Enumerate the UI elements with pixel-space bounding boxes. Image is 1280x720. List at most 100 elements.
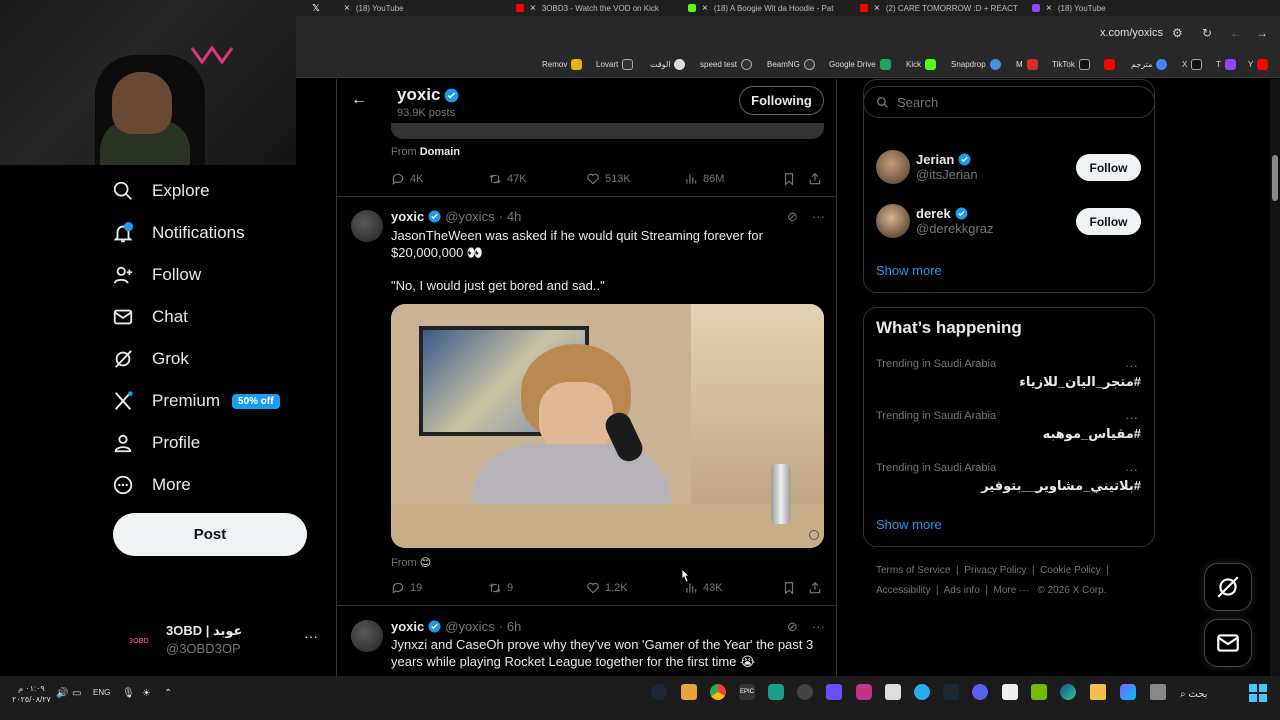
share-button[interactable] [808, 581, 822, 595]
windows-start-icon[interactable] [1249, 684, 1267, 702]
app-icon[interactable] [797, 684, 813, 700]
x-tab-favicon[interactable]: 𝕏 [296, 0, 336, 16]
grok-icon[interactable]: ⊘ [787, 209, 798, 225]
steam-icon[interactable] [651, 684, 667, 700]
more-icon[interactable]: ··· [1125, 358, 1138, 373]
copilot-icon[interactable] [1120, 684, 1136, 700]
show-more-link[interactable]: Show more [876, 263, 942, 278]
nav-chat[interactable]: Chat [112, 299, 188, 335]
nav-premium[interactable]: Premium 50% off [112, 383, 280, 419]
more-icon[interactable]: ··· [1125, 462, 1138, 477]
close-icon[interactable]: × [530, 3, 536, 14]
app-icon[interactable] [681, 684, 697, 700]
video-player-controls[interactable] [391, 123, 824, 139]
app-icon[interactable] [856, 684, 872, 700]
views-button[interactable]: 86M [684, 172, 782, 186]
bookmark-button[interactable] [782, 172, 808, 186]
bookmark[interactable]: مترجم [1131, 59, 1168, 70]
url-field[interactable]: x.com/yoxics [1100, 27, 1163, 39]
nav-profile[interactable]: Profile [112, 425, 200, 461]
bookmark[interactable]: TikTok [1052, 59, 1090, 70]
bookmark[interactable]: Snapdrop [951, 59, 1001, 70]
taskbar-search[interactable]: ⌕ بحث [1180, 689, 1207, 700]
browser-tab[interactable]: × 3OBD3 - Watch the VOD on Kick [508, 0, 680, 16]
trend-item[interactable]: #مقياس_موهبه [1043, 426, 1141, 442]
following-button[interactable]: Following [739, 86, 824, 115]
close-icon[interactable]: × [344, 3, 350, 14]
bookmark[interactable]: Google Drive [829, 59, 891, 70]
app-icon[interactable] [885, 684, 901, 700]
language-indicator[interactable]: ENG [93, 688, 110, 697]
bookmark[interactable]: الوقت [650, 59, 686, 70]
nav-more[interactable]: More [112, 467, 191, 503]
back-icon[interactable]: ← [1230, 26, 1242, 40]
like-button[interactable]: 513K [586, 172, 684, 186]
more-icon[interactable]: ··· [812, 619, 825, 635]
tray-expand-icon[interactable]: ⌃ [164, 688, 172, 699]
bookmark[interactable]: BeamNG [767, 59, 815, 70]
bookmark-button[interactable] [782, 581, 808, 595]
views-button[interactable]: 43K [684, 581, 782, 595]
avatar[interactable] [351, 210, 383, 242]
footer-link[interactable]: Cookie Policy [1040, 565, 1101, 576]
bookmark[interactable]: Remov [542, 59, 583, 70]
bookmark[interactable]: T [1216, 59, 1236, 70]
forward-icon[interactable]: → [1256, 26, 1268, 40]
tweet-video[interactable] [391, 304, 824, 548]
app-icon[interactable] [768, 684, 784, 700]
trend-item[interactable]: #بلاتيني_مشاوير__بتوفير [981, 478, 1141, 494]
back-arrow-icon[interactable]: ← [351, 91, 367, 109]
follow-button[interactable]: Follow [1076, 154, 1141, 181]
footer-link[interactable]: Ads info [944, 585, 980, 596]
close-icon[interactable]: × [702, 3, 708, 14]
steam-icon[interactable] [943, 684, 959, 700]
page-scrollbar[interactable] [1270, 79, 1280, 676]
more-icon[interactable]: ··· [1125, 410, 1138, 425]
bookmark[interactable]: Kick [906, 59, 937, 70]
app-icon[interactable] [826, 684, 842, 700]
messages-fab[interactable] [1204, 619, 1252, 667]
close-icon[interactable]: × [874, 3, 880, 14]
follow-suggestion[interactable]: Jerian @itsJerian [876, 150, 978, 184]
more-icon[interactable]: ··· [304, 628, 318, 644]
show-more-link[interactable]: Show more [876, 517, 942, 532]
nav-grok[interactable]: Grok [112, 341, 189, 377]
reply-button[interactable]: 19 [391, 581, 488, 595]
avatar[interactable] [351, 620, 383, 652]
post-button[interactable]: Post [113, 513, 307, 556]
reply-button[interactable]: 4K [391, 172, 488, 186]
retweet-button[interactable]: 47K [488, 172, 586, 186]
brightness-icon[interactable]: ☀ [142, 688, 151, 699]
bookmark[interactable]: speed test [700, 59, 752, 70]
retweet-button[interactable]: 9 [488, 581, 586, 595]
task-view-icon[interactable] [1150, 684, 1166, 700]
nav-notifications[interactable]: Notifications [112, 215, 245, 251]
bookmark[interactable]: Lovart [596, 59, 634, 70]
epic-games-icon[interactable]: EPIC [739, 684, 755, 700]
file-explorer-icon[interactable] [1090, 684, 1106, 700]
bookmark[interactable]: X [1182, 59, 1203, 70]
follow-suggestion[interactable]: derek @derekkgraz [876, 204, 994, 238]
browser-tab[interactable]: × (18) A Boogie Wit da Hoodie - Pat [680, 0, 852, 16]
network-icon[interactable]: ▭ [72, 688, 81, 699]
nav-explore[interactable]: Explore [112, 173, 210, 209]
follow-button[interactable]: Follow [1076, 208, 1141, 235]
nvidia-icon[interactable] [1031, 684, 1047, 700]
account-switcher[interactable]: 3OBD 3OBD | عوبد @3OBD3OP ··· [122, 620, 322, 660]
chrome-icon[interactable] [710, 684, 726, 700]
trend-item[interactable]: #متجر_اليان_للازياء [1019, 374, 1141, 390]
grok-icon[interactable]: ⊘ [787, 619, 798, 635]
search-input[interactable]: Search [863, 86, 1155, 118]
footer-link[interactable]: Terms of Service [876, 565, 950, 576]
scrollbar-thumb[interactable] [1272, 155, 1278, 201]
volume-icon[interactable]: 🔊 [56, 688, 68, 699]
like-button[interactable]: 1.2K [586, 581, 684, 595]
app-icon[interactable] [1002, 684, 1018, 700]
footer-link[interactable]: Privacy Policy [964, 565, 1026, 576]
microphone-icon[interactable]: 🎙 [122, 688, 135, 699]
bookmark[interactable] [1104, 59, 1115, 70]
telegram-icon[interactable] [914, 684, 930, 700]
more-icon[interactable]: ··· [812, 209, 825, 225]
nav-follow[interactable]: Follow [112, 257, 201, 293]
footer-link[interactable]: More ··· [994, 585, 1030, 596]
